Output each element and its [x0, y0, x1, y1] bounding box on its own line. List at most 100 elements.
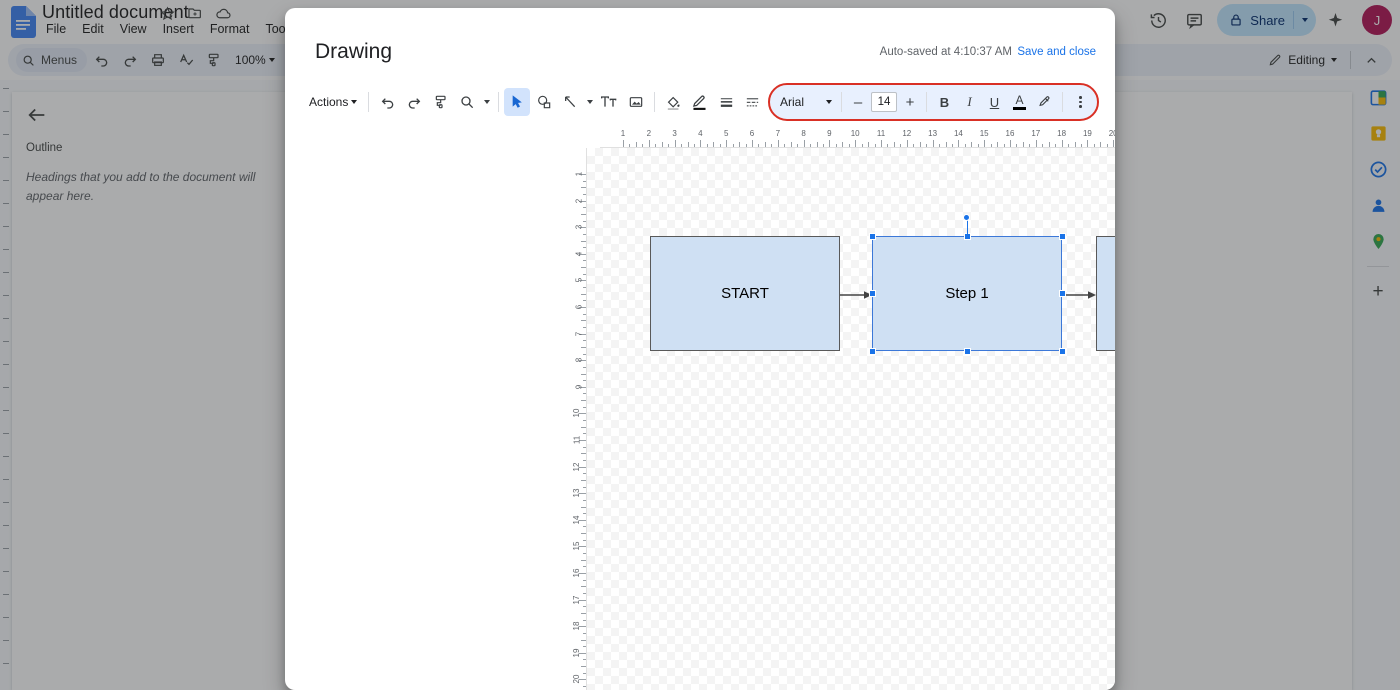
line-color-icon[interactable] [686, 88, 713, 116]
drawing-dialog-title: Drawing [315, 40, 393, 63]
ruler-label: 9 [827, 129, 832, 138]
ruler-minor-tick [1106, 144, 1108, 147]
ruler-minor-tick [581, 612, 586, 614]
ruler-minor-tick [687, 142, 689, 147]
text-box-icon[interactable] [596, 88, 623, 116]
connector-arrow[interactable] [840, 287, 872, 299]
ruler-minor-tick [583, 326, 586, 328]
zoom-icon[interactable] [454, 88, 481, 116]
rotation-handle[interactable] [963, 214, 970, 221]
ruler-label: 4 [698, 129, 703, 138]
ruler-minor-tick [713, 142, 715, 147]
redo-icon[interactable] [401, 88, 428, 116]
text-color-button[interactable]: A [1007, 89, 1032, 115]
ruler-label: 10 [572, 408, 582, 418]
font-format-group: Arial – 14 + B I U A [767, 83, 1099, 121]
drawing-canvas[interactable]: START Step 1 Step 2 [587, 148, 1115, 690]
ruler-label: 6 [574, 304, 584, 310]
ruler-minor-tick [583, 406, 586, 408]
ruler-label: 3 [672, 129, 677, 138]
ruler-minor-tick [1055, 144, 1057, 147]
ruler-minor-tick [583, 672, 586, 674]
fill-color-icon[interactable] [660, 88, 687, 116]
ruler-minor-tick [583, 632, 586, 634]
undo-icon[interactable] [374, 88, 401, 116]
zoom-chevron-down-icon[interactable] [481, 88, 493, 116]
ruler-minor-tick [583, 340, 586, 342]
ruler-tick [726, 140, 728, 147]
decrease-font-size-button[interactable]: – [847, 90, 869, 114]
ruler-label: 18 [572, 621, 582, 631]
ruler-minor-tick [842, 142, 844, 147]
drawing-dialog-header: Drawing Auto-saved at 4:10:37 AM Save an… [285, 8, 1115, 80]
shape-icon[interactable] [530, 88, 557, 116]
line-chevron-down-icon[interactable] [583, 88, 595, 116]
ruler-minor-tick [642, 144, 644, 147]
ruler-minor-tick [583, 220, 586, 222]
selection-handle[interactable] [868, 232, 876, 240]
more-options-icon[interactable] [1068, 89, 1093, 115]
ruler-minor-tick [583, 566, 586, 568]
ruler-minor-tick [583, 592, 586, 594]
font-family-select[interactable]: Arial [774, 89, 836, 115]
ruler-minor-tick [964, 144, 966, 147]
drawing-horizontal-ruler[interactable]: 1234567891011121314151617181920212223242… [600, 128, 1115, 148]
ruler-minor-tick [661, 142, 663, 147]
ruler-tick [803, 140, 805, 147]
ruler-tick [1061, 140, 1063, 147]
shape-start[interactable]: START [650, 236, 840, 351]
format-paint-icon[interactable] [427, 88, 454, 116]
drawing-vertical-ruler[interactable]: 1 2 3 4 5 6 7 8 9 10 11 12 13 14 15 16 17 18 19 20 [571, 148, 587, 690]
line-icon[interactable] [557, 88, 584, 116]
ruler-minor-tick [581, 479, 586, 481]
selection-handle[interactable] [868, 290, 876, 297]
ruler-label: 5 [723, 129, 729, 138]
ruler-tick [752, 140, 753, 147]
font-size-input[interactable]: 14 [870, 92, 897, 112]
shape-step2[interactable]: Step 2 [1096, 236, 1115, 351]
save-and-close-button[interactable]: Save and close [1017, 46, 1096, 58]
text-color-swatch [1012, 106, 1026, 110]
ruler-minor-tick [583, 207, 586, 209]
actions-menu-button[interactable]: Actions [303, 88, 363, 116]
ruler-label: 17 [1031, 129, 1041, 138]
selection-handle[interactable] [963, 347, 971, 355]
ruler-minor-tick [581, 506, 586, 508]
underline-button[interactable]: U [982, 89, 1007, 115]
increase-font-size-button[interactable]: + [899, 90, 921, 114]
drawing-toolbar: Actions Arial – 14 + B I U A [303, 83, 1099, 121]
selection-handle[interactable] [868, 347, 876, 355]
select-arrow-icon[interactable] [503, 88, 531, 116]
font-family-chevron-down-icon[interactable] [825, 100, 832, 104]
ruler-label: 20 [572, 674, 582, 684]
line-dash-icon[interactable] [739, 88, 766, 116]
ruler-minor-tick [583, 686, 586, 688]
ruler-tick [674, 140, 676, 147]
selection-handle[interactable] [1058, 347, 1066, 355]
line-weight-icon[interactable] [713, 88, 740, 116]
shape-step1[interactable]: Step 1 [872, 236, 1062, 351]
ruler-minor-tick [990, 144, 992, 147]
ruler-minor-tick [822, 144, 824, 147]
italic-button[interactable]: I [957, 89, 982, 115]
selection-handle[interactable] [1058, 232, 1066, 240]
ruler-minor-tick [848, 144, 850, 147]
bold-button[interactable]: B [932, 89, 957, 115]
ruler-minor-tick [583, 553, 586, 555]
shape-label: Step 1 [945, 285, 989, 302]
text-color-letter: A [1015, 92, 1024, 107]
ruler-tick [958, 140, 960, 147]
font-group-divider-3 [1061, 92, 1063, 112]
ruler-tick [906, 140, 908, 147]
ruler-minor-tick [719, 144, 721, 147]
selection-handle[interactable] [1058, 290, 1066, 297]
ruler-label: 8 [801, 129, 806, 138]
ruler-label: 15 [572, 541, 582, 551]
actions-chevron-down-icon[interactable] [351, 100, 358, 104]
ruler-minor-tick [583, 539, 586, 541]
font-family-value: Arial [779, 95, 804, 109]
ruler-minor-tick [758, 144, 760, 147]
image-icon[interactable] [622, 88, 649, 116]
connector-arrow[interactable] [1062, 287, 1096, 299]
highlight-pen-icon[interactable] [1032, 89, 1057, 115]
